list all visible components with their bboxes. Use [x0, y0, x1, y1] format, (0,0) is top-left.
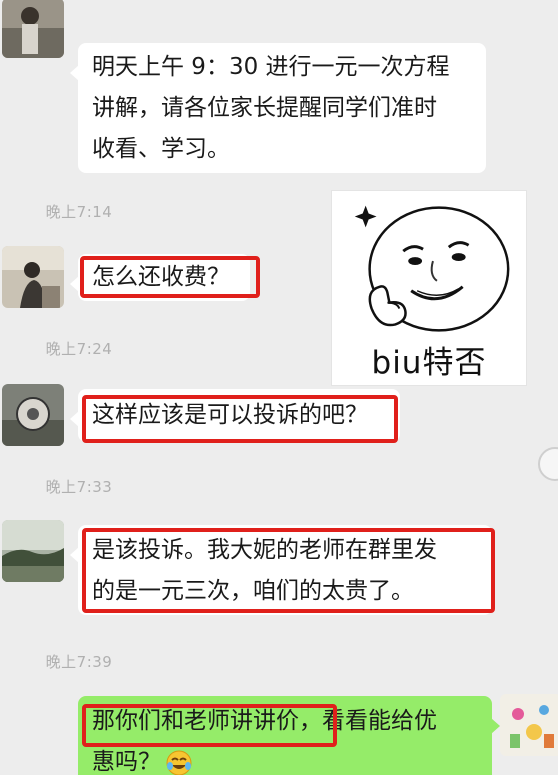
laughing-crying-emoji-icon	[165, 749, 193, 775]
message-text: 怎么还收费？	[92, 264, 230, 290]
avatar[interactable]	[2, 246, 64, 308]
message-text: 那你们和老师讲讲价，看看能给优	[92, 701, 478, 742]
message-bubble[interactable]: 明天上午 9：30 进行一元一次方程 讲解，请各位家长提醒同学们准时 收看、学习…	[70, 43, 486, 173]
timestamp: 晚上7:14	[45, 203, 113, 221]
timestamp: 晚上7:24	[45, 340, 113, 358]
message-bubble[interactable]: 这样应该是可以投诉的吧？	[70, 389, 400, 442]
scroll-handle[interactable]	[538, 447, 558, 481]
message-text: 是该投诉。我大妮的老师在群里发	[92, 537, 437, 563]
avatar[interactable]	[2, 520, 64, 582]
timestamp: 晚上7:39	[45, 653, 113, 671]
message-text-boxed: 那你们和老师讲讲价，	[92, 708, 322, 734]
message-text: 收看、学习。	[92, 136, 230, 162]
message-text: 惠吗？	[92, 742, 478, 775]
message-text: 看看能给优	[322, 708, 437, 734]
message-bubble[interactable]: 是该投诉。我大妮的老师在群里发 的是一元三次，咱们的太贵了。	[70, 525, 492, 615]
timestamp: 晚上7:33	[45, 478, 113, 496]
smirk-face-thumbs-up-sticker	[354, 205, 510, 332]
message-text: 惠吗？	[92, 749, 161, 775]
sticker-caption: biu特否	[371, 345, 487, 381]
message-bubble[interactable]: 那你们和老师讲讲价，看看能给优 惠吗？	[78, 696, 500, 775]
message-text: 讲解，请各位家长提醒同学们准时	[92, 95, 437, 121]
chat-window: 明天上午 9：30 进行一元一次方程 讲解，请各位家长提醒同学们准时 收看、学习…	[0, 0, 558, 775]
message-text: 明天上午 9：30 进行一元一次方程	[92, 54, 450, 80]
avatar[interactable]	[2, 384, 64, 446]
avatar[interactable]	[500, 694, 558, 756]
message-text: 的是一元三次，咱们的太贵了。	[92, 578, 414, 604]
avatar[interactable]	[2, 0, 64, 58]
message-bubble[interactable]: 怎么还收费？	[70, 254, 250, 301]
sticker[interactable]: biu特否	[331, 190, 527, 386]
message-text: 这样应该是可以投诉的吧？	[92, 402, 368, 428]
